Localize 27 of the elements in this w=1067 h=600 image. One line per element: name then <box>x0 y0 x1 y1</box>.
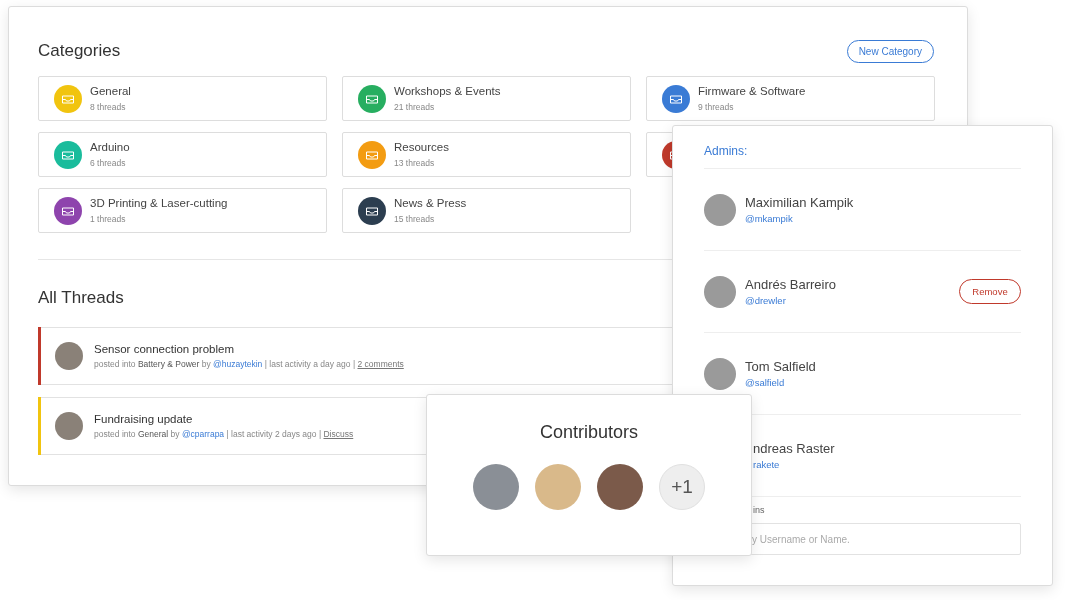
thread-meta: posted into General by @cparrapa | last activity 2 days ago | Discuss <box>94 429 354 439</box>
thread-count: 1 threads <box>90 214 127 224</box>
admin-name: Maximilian Kampik <box>745 195 855 210</box>
admin-name: Andrés Barreiro <box>745 277 838 292</box>
category-name: 3D Printing & Laser-cutting <box>90 197 228 209</box>
field-label: ins <box>752 505 766 515</box>
category-name: News & Press <box>394 197 467 209</box>
category-name: Resources <box>394 141 449 153</box>
thread-title: Sensor connection problem <box>94 343 235 355</box>
thread-count: 9 threads <box>698 102 735 112</box>
category-name: Workshops & Events <box>394 85 501 97</box>
section-title: Categories <box>38 41 121 61</box>
admins-title: Admins: <box>704 144 1021 169</box>
thread-title: Fundraising update <box>94 413 194 425</box>
contributors-title: Contributors <box>539 422 638 443</box>
thread-count: 15 threads <box>394 214 436 224</box>
category-name: General <box>90 85 131 97</box>
admin-name: Tom Salfield <box>745 359 817 374</box>
thread-count: 6 threads <box>90 158 127 168</box>
thread-count: 13 threads <box>394 158 436 168</box>
category-name: Firmware & Software <box>698 85 806 97</box>
thread-count: 21 threads <box>394 102 436 112</box>
section-title: All Threads <box>38 288 124 308</box>
admin-name: ndreas Raster <box>753 441 836 456</box>
thread-meta: posted into Battery & Power by @huzaytekin | last activity a day ago | 2 comments <box>94 359 404 369</box>
thread-count: 8 threads <box>90 102 127 112</box>
category-name: Arduino <box>90 141 130 153</box>
